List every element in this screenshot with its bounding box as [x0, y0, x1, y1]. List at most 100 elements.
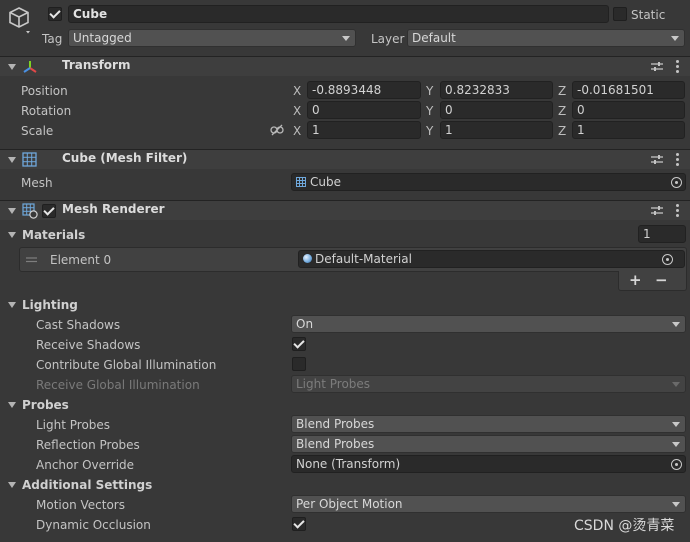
probes-foldout-icon[interactable]: [8, 402, 16, 408]
light-probes-label: Light Probes: [36, 418, 111, 432]
material-object-field[interactable]: Default-Material: [298, 250, 685, 268]
material-value: Default-Material: [315, 252, 412, 266]
mesh-filter-title: Cube (Mesh Filter): [62, 151, 188, 165]
chevron-down-icon: [672, 422, 680, 427]
receive-gi-value: Light Probes: [296, 377, 371, 391]
active-toggle[interactable]: [48, 7, 62, 21]
light-probes-dropdown[interactable]: Blend Probes: [291, 415, 686, 433]
object-picker-icon[interactable]: [662, 254, 673, 265]
chevron-down-icon: [672, 322, 680, 327]
layer-dropdown[interactable]: Default: [407, 29, 685, 47]
presets-icon[interactable]: [651, 205, 663, 216]
mesh-renderer-icon: [22, 203, 38, 219]
anchor-override-value: None (Transform): [296, 457, 401, 471]
axis-z-label[interactable]: Z: [558, 103, 566, 119]
receive-gi-label: Receive Global Illumination: [36, 378, 200, 392]
anchor-override-label: Anchor Override: [36, 458, 135, 472]
materials-list: Element 0 Default-Material: [19, 247, 687, 272]
object-name-input[interactable]: Cube: [68, 5, 609, 23]
scale-y-input[interactable]: 1: [440, 121, 553, 139]
object-picker-icon[interactable]: [671, 459, 682, 470]
context-menu-icon[interactable]: [676, 153, 679, 168]
layer-value: Default: [412, 31, 456, 45]
receive-gi-dropdown: Light Probes: [291, 375, 686, 393]
rotation-z-input[interactable]: 0: [572, 101, 685, 119]
rotation-x-input[interactable]: 0: [307, 101, 421, 119]
motion-vectors-value: Per Object Motion: [296, 497, 403, 511]
dynamic-occlusion-checkbox[interactable]: [292, 517, 306, 531]
axis-y-label[interactable]: Y: [426, 123, 433, 139]
scale-label: Scale: [21, 124, 54, 138]
axis-z-label[interactable]: Z: [558, 83, 566, 99]
transform-title: Transform: [62, 58, 131, 72]
static-checkbox[interactable]: [613, 7, 627, 21]
object-picker-icon[interactable]: [671, 177, 682, 188]
motion-vectors-dropdown[interactable]: Per Object Motion: [291, 495, 686, 513]
cast-shadows-dropdown[interactable]: On: [291, 315, 686, 333]
anchor-override-field[interactable]: None (Transform): [291, 455, 686, 473]
additional-settings-foldout-icon[interactable]: [8, 482, 16, 488]
list-footer: + −: [618, 271, 687, 291]
tag-dropdown[interactable]: Untagged: [68, 29, 356, 47]
chevron-down-icon: [672, 382, 680, 387]
materials-foldout-icon[interactable]: [8, 232, 16, 238]
materials-size-input[interactable]: 1: [638, 225, 686, 243]
constrain-proportions-icon[interactable]: [270, 124, 284, 136]
position-y-input[interactable]: 0.8232833: [440, 81, 553, 99]
mesh-grid-icon: [296, 177, 306, 187]
chevron-down-icon: [672, 502, 680, 507]
cast-shadows-label: Cast Shadows: [36, 318, 121, 332]
mesh-renderer-enabled-checkbox[interactable]: [42, 204, 56, 218]
rotation-y-input[interactable]: 0: [440, 101, 553, 119]
lighting-foldout-icon[interactable]: [8, 302, 16, 308]
contribute-gi-label: Contribute Global Illumination: [36, 358, 217, 372]
reflection-probes-dropdown[interactable]: Blend Probes: [291, 435, 686, 453]
materials-label: Materials: [22, 228, 86, 242]
additional-settings-title: Additional Settings: [22, 478, 153, 492]
chevron-down-icon: [342, 36, 350, 41]
mesh-label: Mesh: [21, 176, 53, 190]
drag-handle-icon[interactable]: [26, 257, 37, 263]
add-element-button[interactable]: +: [629, 272, 642, 288]
cube-icon[interactable]: [8, 6, 34, 34]
presets-icon[interactable]: [651, 61, 663, 72]
foldout-arrow-icon[interactable]: [8, 64, 16, 70]
position-x-input[interactable]: -0.8893448: [307, 81, 421, 99]
probes-title: Probes: [22, 398, 69, 412]
axis-x-label[interactable]: X: [293, 103, 301, 119]
mesh-object-field[interactable]: Cube: [291, 173, 686, 191]
position-label: Position: [21, 84, 68, 98]
axis-x-label[interactable]: X: [293, 123, 301, 139]
chevron-down-icon: [672, 442, 680, 447]
contribute-gi-checkbox[interactable]: [292, 357, 306, 371]
transform-axes-icon: [23, 61, 37, 73]
reflection-probes-label: Reflection Probes: [36, 438, 140, 452]
lighting-title: Lighting: [22, 298, 78, 312]
position-z-input[interactable]: -0.01681501: [572, 81, 685, 99]
axis-x-label[interactable]: X: [293, 83, 301, 99]
dynamic-occlusion-label: Dynamic Occlusion: [36, 518, 151, 532]
receive-shadows-label: Receive Shadows: [36, 338, 141, 352]
rotation-label: Rotation: [21, 104, 72, 118]
mesh-filter-header[interactable]: Cube (Mesh Filter): [0, 149, 690, 169]
transform-header[interactable]: Transform: [0, 56, 690, 76]
axis-y-label[interactable]: Y: [426, 103, 433, 119]
mesh-renderer-title: Mesh Renderer: [62, 202, 165, 216]
mesh-renderer-header[interactable]: Mesh Renderer: [0, 200, 690, 220]
receive-shadows-checkbox[interactable]: [292, 337, 306, 351]
axis-y-label[interactable]: Y: [426, 83, 433, 99]
presets-icon[interactable]: [651, 154, 663, 165]
context-menu-icon[interactable]: [676, 204, 679, 219]
context-menu-icon[interactable]: [676, 60, 679, 75]
tag-label: Tag: [42, 32, 63, 46]
axis-z-label[interactable]: Z: [558, 123, 566, 139]
foldout-arrow-icon[interactable]: [8, 157, 16, 163]
light-probes-value: Blend Probes: [296, 417, 375, 431]
cast-shadows-value: On: [296, 317, 314, 331]
scale-x-input[interactable]: 1: [307, 121, 421, 139]
motion-vectors-label: Motion Vectors: [36, 498, 125, 512]
mesh-grid-icon: [22, 152, 37, 167]
foldout-arrow-icon[interactable]: [8, 208, 16, 214]
remove-element-button[interactable]: −: [655, 272, 668, 288]
scale-z-input[interactable]: 1: [572, 121, 685, 139]
